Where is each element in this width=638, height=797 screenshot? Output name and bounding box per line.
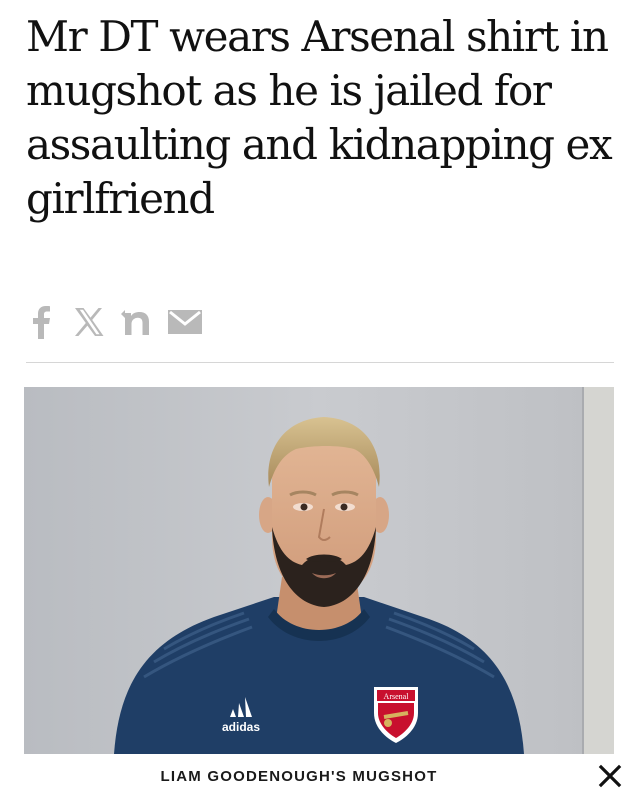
mugshot-photo: adidas Arsenal — [24, 387, 614, 754]
article-headline: Mr DT wears Arsenal shirt in mugshot as … — [26, 12, 613, 223]
share-facebook-button[interactable] — [24, 304, 58, 340]
share-flipboard-button[interactable] — [120, 304, 154, 340]
close-button[interactable] — [592, 760, 628, 796]
caption-bar: LIAM GOODENOUGH'S MUGSHOT — [0, 754, 638, 797]
facebook-icon — [30, 305, 52, 339]
svg-text:Arsenal: Arsenal — [384, 692, 410, 701]
flipboard-icon — [121, 309, 153, 335]
svg-text:adidas: adidas — [222, 720, 260, 734]
share-x-button[interactable] — [72, 304, 106, 340]
divider — [26, 362, 614, 363]
x-icon — [73, 307, 105, 337]
share-email-button[interactable] — [168, 304, 202, 340]
photo-caption: LIAM GOODENOUGH'S MUGSHOT — [160, 768, 438, 785]
email-icon — [167, 309, 203, 335]
share-bar — [24, 302, 202, 342]
close-icon — [598, 764, 622, 793]
